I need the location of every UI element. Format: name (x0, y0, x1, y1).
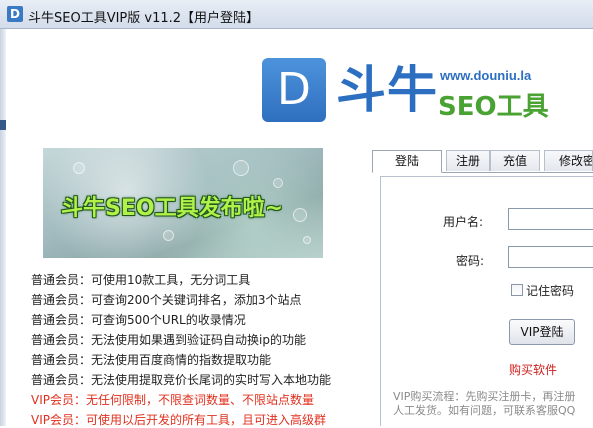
logo-brand-text: 斗牛 (336, 61, 438, 119)
banner-headline: 斗牛SEO工具发布啦~ (61, 196, 284, 221)
vip-purchase-note-line2: 人工发货。如有问题，可联系客服QQ (393, 404, 576, 417)
remember-password-label[interactable]: 记住密码 (526, 282, 574, 299)
vip-purchase-note-line1: VIP购买流程：先购买注册卡，再注册 (393, 390, 576, 403)
tab-recharge[interactable]: 充值 (490, 150, 540, 171)
droplet (163, 230, 174, 241)
member-line: 普通会员：无法使用如果遇到验证码自动换ip的功能 (31, 333, 306, 347)
member-line: 普通会员：无法使用百度商情的指数提取功能 (31, 353, 272, 367)
vip-login-button[interactable]: VIP登陆 (509, 319, 575, 345)
app-icon: D (7, 6, 23, 22)
member-line: 普通会员：无法使用提取竞价长尾词的实时写入本地功能 (31, 373, 332, 387)
vip-member-line: VIP会员：可使用以后开发的所有工具，且可进入高级群 (31, 413, 326, 427)
droplet (233, 160, 249, 176)
droplet (303, 236, 311, 244)
username-input[interactable] (508, 208, 593, 230)
title-bar: D 斗牛SEO工具VIP版 v11.2【用户登陆】 (0, 0, 593, 29)
promo-banner: 斗牛SEO工具发布啦~ (43, 148, 323, 258)
member-line: 普通会员：可使用10款工具，无分词工具 (31, 273, 251, 287)
droplet (293, 208, 307, 222)
member-line: 普通会员：可查询200个关键词排名，添加3个站点 (31, 293, 302, 307)
password-input[interactable] (508, 246, 593, 268)
left-edge-strip (0, 29, 6, 426)
member-line: 普通会员：可查询500个URL的收录情况 (31, 313, 246, 327)
password-label: 密码: (456, 254, 485, 268)
account-tabs: 登陆 注册 充值 修改密 (372, 150, 593, 173)
tab-register[interactable]: 注册 (446, 150, 490, 171)
logo-d-icon: D (262, 58, 326, 122)
buy-software-link[interactable]: 购买软件 (509, 361, 557, 378)
droplet (73, 162, 85, 174)
droplet (273, 178, 283, 188)
logo-url: www.douniu.la (440, 68, 532, 83)
remember-password-checkbox[interactable] (511, 284, 523, 296)
logo-subtitle: SEO工具 (438, 92, 549, 122)
tab-change-password[interactable]: 修改密 (544, 150, 593, 171)
vip-member-line: VIP会员：无任何限制，不限查词数量、不限站点数量 (31, 393, 314, 407)
username-label: 用户名: (443, 215, 484, 229)
edge-marker (0, 120, 6, 130)
login-panel: 用户名: 密码: 记住密码 VIP登陆 购买软件 VIP购买流程：先购买注册卡，… (380, 176, 593, 426)
window-title: 斗牛SEO工具VIP版 v11.2【用户登陆】 (28, 11, 260, 26)
tab-login[interactable]: 登陆 (372, 150, 442, 173)
